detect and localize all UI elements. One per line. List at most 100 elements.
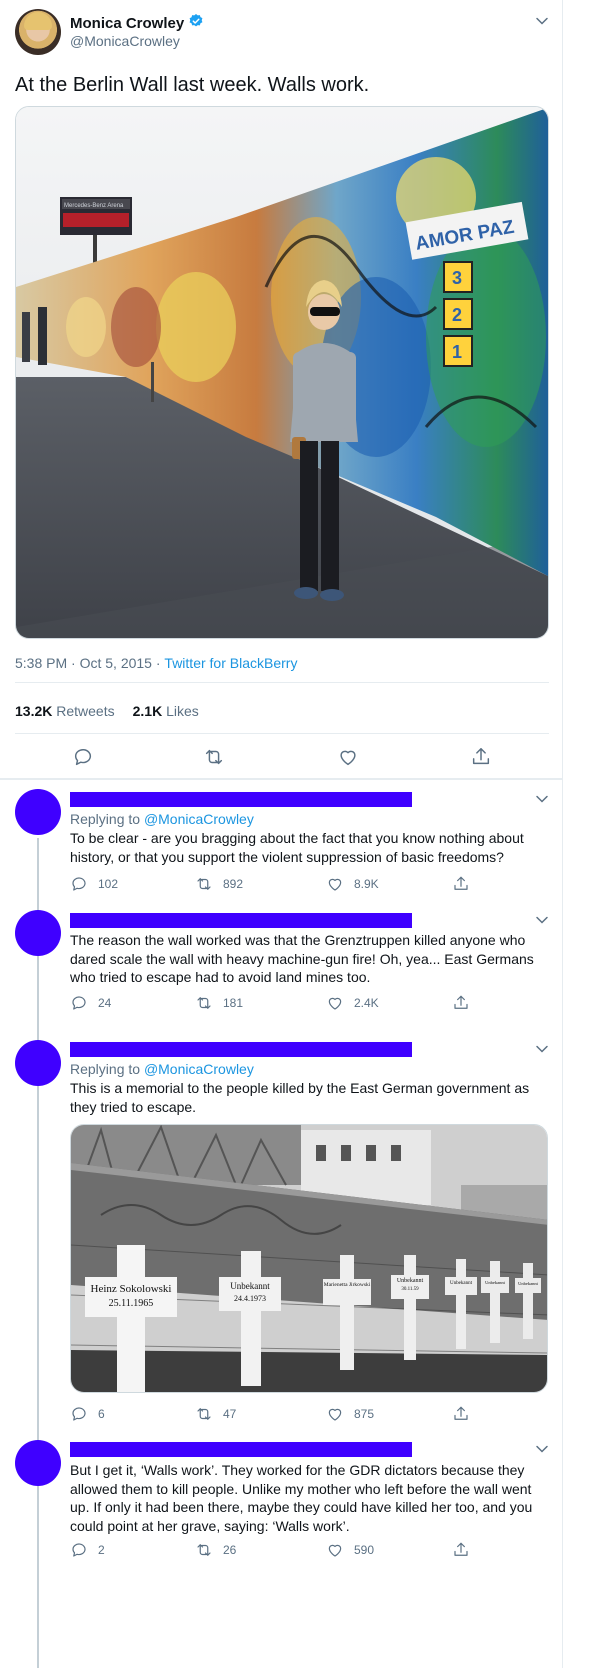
memorial-cross: Unbekannt	[445, 1259, 477, 1349]
tweet-text: At the Berlin Wall last week. Walls work…	[15, 74, 370, 96]
share-icon	[454, 1406, 468, 1420]
share-icon	[454, 876, 468, 890]
tweet-menu-chevron-icon[interactable]	[535, 792, 549, 811]
main-retweet-button[interactable]	[203, 746, 225, 773]
redacted-author-bar	[70, 792, 412, 807]
redacted-author-bar	[70, 1442, 412, 1457]
like-button[interactable]: 2.4K	[326, 994, 379, 1012]
retweets-stat[interactable]: 13.2K Retweets	[15, 703, 115, 719]
berlin-wall-photo-image: Mercedes-Benz Arena AMOR PAZ 3 2 1	[16, 107, 548, 638]
retweet-button[interactable]: 26	[195, 1541, 236, 1559]
reply-button[interactable]: 6	[70, 1405, 105, 1423]
share-button[interactable]	[452, 1405, 470, 1423]
thread-connector-line	[37, 838, 39, 1668]
retweet-button[interactable]: 181	[195, 994, 243, 1012]
reply-text: To be clear - are you bragging about the…	[70, 830, 524, 865]
author-display-name[interactable]: Monica Crowley	[70, 15, 184, 32]
graffiti-number-3: 3	[452, 268, 462, 288]
likes-stat[interactable]: 2.1K Likes	[133, 703, 199, 719]
author-handle[interactable]: @MonicaCrowley	[70, 33, 180, 49]
main-like-button[interactable]	[337, 746, 359, 773]
divider	[15, 682, 549, 683]
tweet-menu-chevron-icon[interactable]	[535, 1042, 549, 1061]
replying-to-label: Replying to	[70, 1061, 141, 1077]
author-avatar[interactable]	[15, 9, 61, 55]
share-button[interactable]	[452, 1541, 470, 1559]
tweet-menu-chevron-icon[interactable]	[535, 913, 549, 932]
tweet-timestamp[interactable]: 5:38 PM · Oct 5, 2015	[15, 655, 152, 671]
cross-name: Unbekannt	[485, 1280, 505, 1285]
heart-icon	[328, 1544, 342, 1557]
likes-label: Likes	[166, 703, 199, 719]
tweet-menu-chevron-icon[interactable]	[535, 14, 549, 33]
redacted-author-bar	[70, 1042, 412, 1057]
timestamp-separator: ·	[151, 655, 165, 671]
memorial-cross: Unbekannt	[515, 1263, 541, 1339]
memorial-cross: Marienetta Jirkowski	[323, 1255, 371, 1370]
main-share-button[interactable]	[470, 746, 492, 773]
heart-icon	[328, 1408, 342, 1421]
reply-icon	[72, 1543, 86, 1557]
reply-avatar[interactable]	[15, 789, 61, 835]
like-count: 2.4K	[354, 996, 379, 1010]
reply-count: 102	[98, 877, 119, 891]
retweet-icon	[197, 1544, 211, 1556]
verified-badge-icon	[188, 13, 204, 34]
retweet-count: 26	[223, 1543, 237, 1557]
like-count: 590	[354, 1543, 375, 1557]
cross-name: Unbekannt	[518, 1281, 538, 1286]
reply-text: But I get it, ‘Walls work’. They worked …	[70, 1462, 533, 1534]
like-button[interactable]: 590	[326, 1541, 374, 1559]
cross-name: Marienetta Jirkowski	[323, 1282, 371, 1288]
share-button[interactable]	[452, 875, 470, 893]
reply-button[interactable]: 2	[70, 1541, 105, 1559]
memorial-cross: Unbekannt	[481, 1261, 509, 1343]
retweet-icon	[197, 997, 211, 1009]
replying-to-handle[interactable]: @MonicaCrowley	[144, 1061, 254, 1077]
share-icon	[454, 1542, 468, 1556]
retweets-count: 13.2K	[15, 703, 53, 719]
cross-name: Unbekannt	[450, 1281, 472, 1286]
heart-icon	[340, 750, 356, 766]
tweet-menu-chevron-icon[interactable]	[535, 1442, 549, 1461]
billboard-text: Mercedes-Benz Arena	[64, 203, 124, 209]
main-reply-button[interactable]	[72, 746, 94, 773]
like-button[interactable]: 875	[326, 1405, 374, 1423]
cross-date: 30.11.59	[401, 1287, 419, 1292]
retweet-icon	[197, 1408, 211, 1420]
share-button[interactable]	[452, 994, 470, 1012]
tweet-photo[interactable]: Mercedes-Benz Arena AMOR PAZ 3 2 1	[15, 106, 549, 639]
replying-to-label: Replying to	[70, 811, 141, 827]
reply-photo[interactable]: Heinz Sokolowski 25.11.1965 Unbekannt 24…	[70, 1124, 548, 1393]
retweet-count: 892	[223, 877, 244, 891]
reply-avatar[interactable]	[15, 1040, 61, 1086]
like-button[interactable]: 8.9K	[326, 875, 379, 893]
reply-button[interactable]: 102	[70, 875, 118, 893]
reply-button[interactable]: 24	[70, 994, 111, 1012]
like-count: 875	[354, 1407, 375, 1421]
likes-count: 2.1K	[132, 703, 163, 719]
graffiti-number-1: 1	[452, 342, 462, 362]
retweet-button[interactable]: 892	[195, 875, 243, 893]
right-edge	[562, 0, 563, 1668]
reply-text: This is a memorial to the people killed …	[70, 1080, 530, 1115]
reply-avatar[interactable]	[15, 910, 61, 956]
cross-date: 25.11.1965	[108, 1298, 154, 1309]
retweets-label: Retweets	[56, 703, 115, 719]
reply-icon	[72, 1407, 86, 1421]
section-divider	[0, 778, 562, 780]
like-count: 8.9K	[354, 877, 379, 891]
cross-name: Heinz Sokolowski	[90, 1283, 172, 1295]
divider	[15, 733, 549, 734]
tweet-source-link[interactable]: Twitter for BlackBerry	[164, 655, 297, 671]
retweet-button[interactable]: 47	[195, 1405, 236, 1423]
reply-text: The reason the wall worked was that the …	[70, 932, 534, 985]
memorial-cross: Unbekannt 24.4.1973	[219, 1251, 281, 1386]
cross-date: 24.4.1973	[234, 1294, 266, 1303]
reply-avatar[interactable]	[15, 1440, 61, 1486]
retweet-icon	[205, 749, 223, 765]
share-icon	[454, 995, 468, 1009]
reply-count: 2	[98, 1543, 105, 1557]
retweet-count: 181	[223, 996, 244, 1010]
replying-to-handle[interactable]: @MonicaCrowley	[144, 811, 254, 827]
